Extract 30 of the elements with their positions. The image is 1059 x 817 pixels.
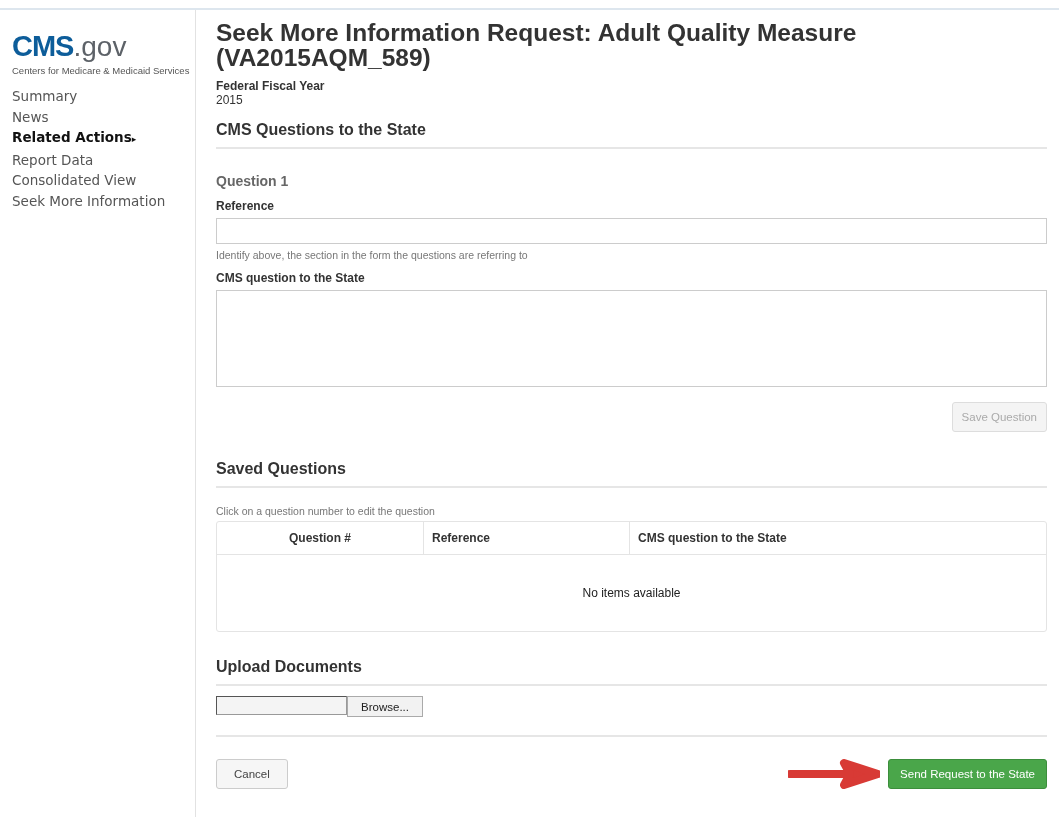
page-title: Seek More Information Request: Adult Quality Measure (VA2015AQM_589): [216, 20, 858, 70]
fiscal-year-value: 2015: [216, 93, 244, 107]
sidebar-item[interactable]: News: [12, 106, 195, 127]
section-heading: CMS Questions to the State: [216, 121, 1047, 149]
logo-tagline: Centers for Medicare & Medicaid Services: [12, 65, 191, 76]
cancel-button[interactable]: Cancel: [216, 759, 288, 789]
field-label: Reference: [216, 199, 276, 213]
logo-suffix: .gov: [73, 31, 127, 62]
section-heading: Saved Questions: [216, 460, 1047, 488]
column-header: CMS question to the State: [637, 530, 788, 547]
empty-message: No items available: [581, 585, 682, 602]
section-heading: Upload Documents: [216, 658, 1047, 686]
reference-input[interactable]: [216, 218, 1047, 244]
file-input[interactable]: [216, 696, 347, 715]
arrow-icon: [788, 759, 881, 789]
field-label: CMS question to the State: [216, 271, 366, 285]
sidebar-item[interactable]: Related Actions▸: [12, 127, 195, 150]
column-header: Reference: [424, 522, 630, 554]
sidebar-item[interactable]: Consolidated View: [12, 170, 195, 191]
help-text: Click on a question number to edit the question: [216, 505, 436, 517]
help-text: Identify above, the section in the form the questions are referring to: [216, 249, 529, 261]
fiscal-year-label: Federal Fiscal Year: [216, 79, 326, 93]
column-header: Question #: [217, 522, 424, 554]
logo-brand: CMS: [12, 30, 74, 62]
sidebar-item[interactable]: Summary: [12, 86, 195, 107]
sidebar-item[interactable]: Report Data: [12, 149, 195, 170]
browse-button[interactable]: Browse...: [347, 696, 423, 717]
sidebar-item[interactable]: Seek More Information: [12, 190, 195, 211]
question-title: Question 1: [216, 173, 290, 189]
question-textarea[interactable]: [216, 290, 1047, 387]
